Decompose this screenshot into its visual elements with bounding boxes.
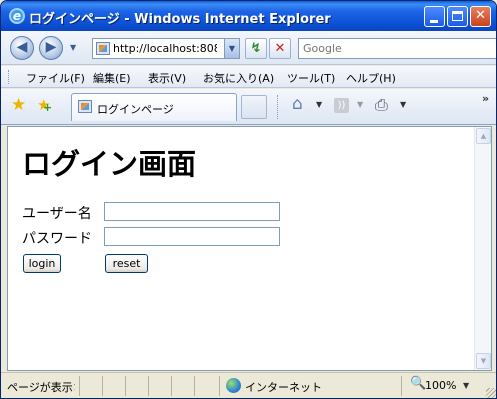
recent-pages-dropdown-icon[interactable]: ▼: [70, 43, 76, 52]
home-icon[interactable]: ⌂: [292, 95, 303, 113]
more-tools-chevron-icon[interactable]: »: [482, 92, 489, 105]
menu-favorites[interactable]: お気に入り(A): [203, 70, 274, 86]
vertical-scrollbar[interactable]: ▲ ▼: [474, 127, 491, 370]
resize-grip[interactable]: [486, 388, 496, 398]
search-input[interactable]: [303, 41, 493, 56]
zoom-dropdown-icon[interactable]: ▼: [463, 381, 469, 390]
status-divider: [219, 376, 220, 396]
refresh-button[interactable]: ↯: [245, 38, 267, 59]
status-divider: [148, 376, 149, 396]
feed-icon[interactable]: )): [334, 98, 349, 113]
menu-grip[interactable]: [8, 70, 10, 84]
ie-logo-icon: e: [9, 8, 25, 24]
address-text[interactable]: http://localhost:8080: [113, 42, 217, 55]
username-label: ユーザー名: [22, 206, 92, 222]
search-box[interactable]: [298, 38, 496, 59]
menu-view[interactable]: 表示(V): [148, 70, 186, 86]
add-favorite-icon[interactable]: ★: [37, 97, 53, 116]
zoom-icon[interactable]: 🔍: [410, 376, 426, 391]
menu-bar: ファイル(F) 編集(E) 表示(V) お気に入り(A) ツール(T) ヘルプ(…: [1, 66, 496, 88]
maximize-icon: [452, 11, 463, 21]
title-bar[interactable]: e ログインページ - Windows Internet Explorer ✕: [1, 1, 496, 31]
login-button[interactable]: login: [23, 254, 61, 273]
status-text: ページが表示されました: [7, 381, 75, 394]
menu-tools[interactable]: ツール(T): [287, 70, 335, 86]
status-divider: [102, 376, 103, 396]
favorites-center-icon[interactable]: ★: [11, 96, 26, 114]
address-dropdown-icon[interactable]: ▼: [224, 39, 239, 58]
tab-bar: ★ ★ ログインページ ⌂ ▼ )) ▼ ⎙ ▼ »: [1, 89, 496, 125]
tab-login-page[interactable]: ログインページ: [71, 93, 237, 121]
security-zone-text[interactable]: インターネット: [245, 379, 322, 395]
minimize-button[interactable]: [424, 6, 445, 27]
status-bar: ページが表示されました インターネット 🔍 100% ▼: [1, 372, 496, 398]
new-tab-button[interactable]: [241, 95, 267, 119]
password-label: パスワード: [22, 231, 92, 247]
menu-help[interactable]: ヘルプ(H): [346, 70, 396, 86]
menu-edit[interactable]: 編集(E): [93, 70, 131, 86]
status-divider: [171, 376, 172, 396]
maximize-button[interactable]: [447, 6, 468, 27]
status-divider: [194, 376, 195, 396]
home-dropdown-icon[interactable]: ▼: [316, 100, 322, 109]
navigation-bar: ◀ ▶ ▼ http://localhost:8080 ▼ ↯ ✕: [1, 31, 496, 65]
tab-page-icon: [78, 100, 92, 113]
stop-button[interactable]: ✕: [269, 38, 291, 59]
minimize-icon: [430, 20, 438, 23]
zoom-level[interactable]: 100%: [425, 379, 456, 392]
scroll-up-icon[interactable]: ▲: [476, 128, 491, 144]
reset-button[interactable]: reset: [105, 254, 148, 273]
close-button[interactable]: ✕: [470, 6, 491, 27]
window-title: ログインページ - Windows Internet Explorer: [29, 12, 331, 27]
username-input[interactable]: [104, 202, 280, 221]
address-bar[interactable]: http://localhost:8080 ▼: [92, 38, 240, 59]
browser-window: e ログインページ - Windows Internet Explorer ✕ …: [0, 0, 497, 399]
status-divider: [125, 376, 126, 396]
scroll-down-icon[interactable]: ▼: [476, 353, 491, 369]
password-input[interactable]: [104, 227, 280, 246]
print-icon[interactable]: ⎙: [375, 96, 388, 114]
tab-label: ログインページ: [97, 103, 174, 116]
page-title: ログイン画面: [22, 147, 197, 181]
page-icon: [96, 42, 110, 55]
toolbar-divider: [277, 95, 278, 119]
status-divider: [401, 376, 402, 396]
forward-button[interactable]: ▶: [39, 36, 63, 60]
back-button[interactable]: ◀: [10, 36, 34, 60]
page-content: ログイン画面 ユーザー名 パスワード login reset ▲ ▼: [7, 126, 492, 371]
internet-zone-icon: [226, 378, 241, 393]
menu-file[interactable]: ファイル(F): [26, 70, 85, 86]
print-dropdown-icon[interactable]: ▼: [400, 100, 406, 109]
feed-dropdown-icon[interactable]: ▼: [357, 100, 363, 109]
status-divider: [79, 376, 80, 396]
